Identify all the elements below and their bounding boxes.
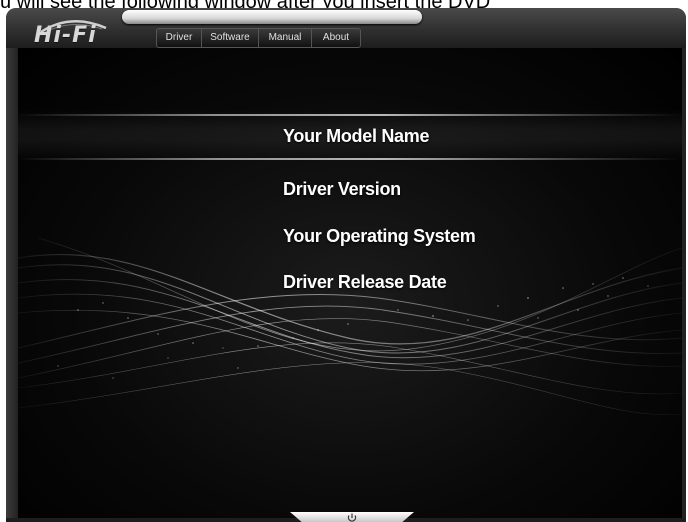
nav-manual[interactable]: Manual <box>259 29 312 47</box>
nav-software[interactable]: Software <box>202 29 259 47</box>
window-left-frame <box>6 48 18 522</box>
driver-version-text: Driver Version <box>283 179 401 199</box>
model-name-text: Your Model Name <box>283 126 430 146</box>
operating-system-text: Your Operating System <box>283 226 476 246</box>
content-panel: Your Model Name Driver Version Your Oper… <box>18 48 682 518</box>
window-right-frame <box>682 48 686 522</box>
installer-window: Hi-Fi Driver Software Manual About Your … <box>6 8 686 522</box>
hifi-logo: Hi-Fi <box>24 16 124 50</box>
release-date-text: Driver Release Date <box>283 272 447 292</box>
divider-line-bottom <box>18 158 682 160</box>
nav-about[interactable]: About <box>312 29 360 47</box>
logo-text: Hi-Fi <box>34 23 97 48</box>
power-button[interactable] <box>290 512 414 522</box>
divider-line-top <box>18 114 682 116</box>
nav-driver[interactable]: Driver <box>157 29 202 47</box>
main-nav: Driver Software Manual About <box>156 28 361 48</box>
top-ribbon <box>122 10 422 24</box>
